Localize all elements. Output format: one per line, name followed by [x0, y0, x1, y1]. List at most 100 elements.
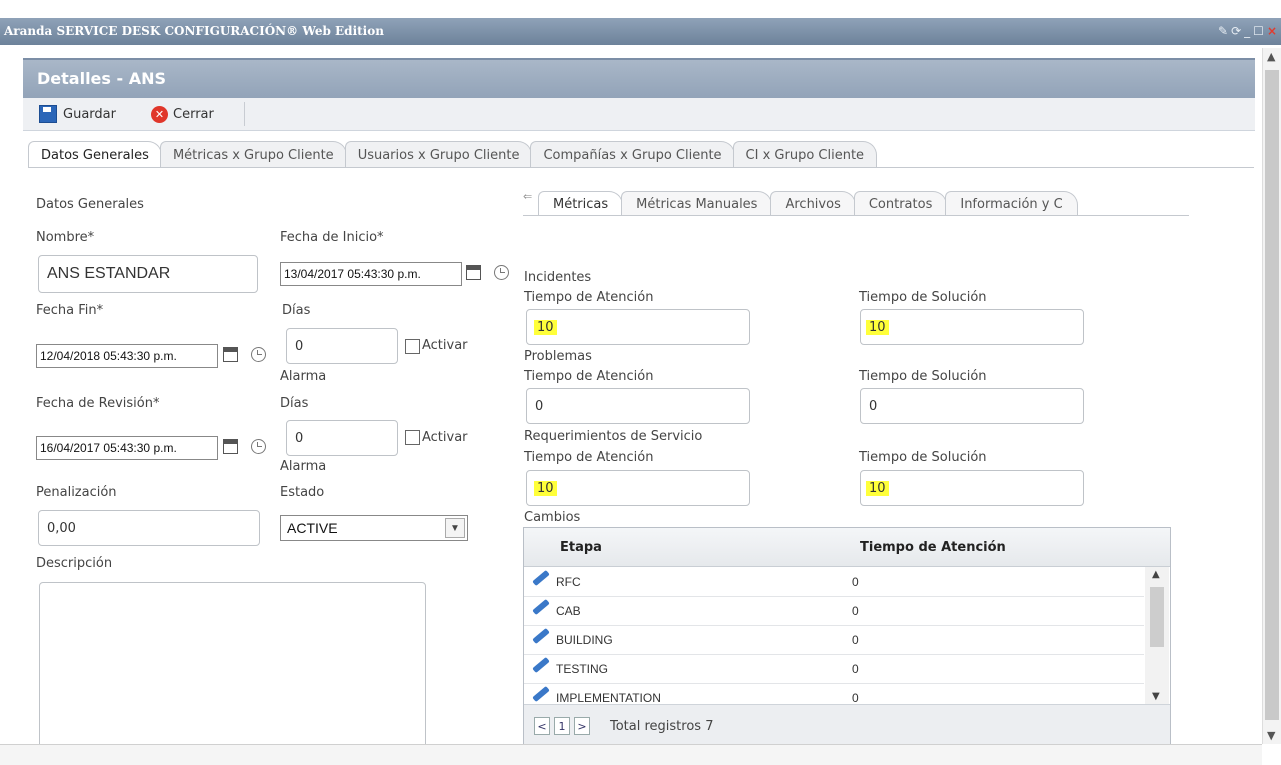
refresh-icon[interactable]: ⟳ [1231, 24, 1241, 38]
nombre-field[interactable]: ANS ESTANDAR [38, 255, 258, 293]
requerimientos-solucion-field[interactable]: 10 [860, 470, 1084, 506]
problemas-atencion-label: Tiempo de Atención [524, 369, 654, 384]
tab-informacion[interactable]: Información y C [945, 191, 1078, 216]
close-icon: ✕ [151, 105, 168, 123]
incidentes-title: Incidentes [524, 270, 592, 285]
prev-page-button[interactable]: < [534, 717, 550, 735]
row-etapa: CAB [556, 604, 581, 618]
window-title: Aranda SERVICE DESK CONFIGURACIÓN® Web E… [4, 24, 384, 38]
scroll-tabs-left-icon[interactable]: ⇐ [523, 190, 532, 203]
penalizacion-field[interactable]: 0,00 [38, 510, 260, 546]
window-controls: ✎ ⟳ _ ☐ × [1215, 24, 1277, 38]
dias-alarma-field[interactable]: 0 [286, 328, 398, 364]
edit-pencil-icon[interactable] [532, 627, 550, 645]
problemas-solucion-label: Tiempo de Solución [859, 369, 987, 384]
page-number-button[interactable]: 1 [554, 717, 570, 735]
alarma-label-2: Alarma [280, 459, 327, 474]
next-page-button[interactable]: > [574, 717, 590, 735]
dias-alarma-field-2[interactable]: 0 [286, 420, 398, 456]
grid-scrollbar[interactable]: ▲ ▼ [1145, 567, 1169, 704]
grid-scroll-down-icon[interactable]: ▼ [1152, 691, 1160, 702]
fecha-inicio-field[interactable]: 13/04/2017 05:43:30 p.m. [280, 262, 462, 286]
table-row[interactable]: BUILDING 0 [524, 625, 1144, 655]
section-title: Datos Generales [36, 197, 144, 212]
tab-divider [28, 167, 1254, 168]
chevron-down-icon[interactable]: ▼ [445, 518, 465, 538]
table-row[interactable]: TESTING 0 [524, 654, 1144, 684]
activar-checkbox-2[interactable] [405, 430, 420, 445]
grid-header-etapa[interactable]: Etapa [560, 540, 602, 555]
pin-icon[interactable]: ✎ [1218, 24, 1228, 38]
activar-checkbox[interactable] [405, 339, 420, 354]
tab-companias-grupo-cliente[interactable]: Compañías x Grupo Cliente [530, 141, 735, 168]
table-row[interactable]: CAB 0 [524, 596, 1144, 626]
edit-pencil-icon[interactable] [532, 685, 550, 703]
calendar-icon[interactable] [223, 439, 238, 454]
tab-usuarios-grupo-cliente[interactable]: Usuarios x Grupo Cliente [344, 141, 533, 168]
cambios-grid: Etapa Tiempo de Atención RFC 0 CAB 0 BUI… [523, 527, 1171, 746]
tab-metricas-grupo-cliente[interactable]: Métricas x Grupo Cliente [159, 141, 347, 168]
scroll-up-icon[interactable]: ▲ [1267, 50, 1275, 63]
incidentes-atencion-value: 10 [534, 319, 557, 335]
save-button[interactable]: Guardar [39, 105, 116, 123]
tab-datos-generales[interactable]: Datos Generales [28, 141, 162, 168]
minimize-icon[interactable]: _ [1244, 24, 1250, 38]
floppy-disk-icon [39, 105, 57, 123]
descripcion-label: Descripción [36, 556, 113, 571]
row-etapa: IMPLEMENTATION [556, 691, 661, 705]
main-tabs: Datos Generales Métricas x Grupo Cliente… [28, 138, 878, 168]
activar-label: Activar [422, 338, 468, 353]
tab-contratos[interactable]: Contratos [853, 191, 948, 216]
tab-ci-grupo-cliente[interactable]: CI x Grupo Cliente [732, 141, 878, 168]
total-registros: Total registros 7 [610, 719, 714, 734]
close-label: Cerrar [173, 106, 214, 122]
scroll-down-icon[interactable]: ▼ [1267, 729, 1275, 742]
incidentes-solucion-field[interactable]: 10 [860, 309, 1084, 345]
problemas-title: Problemas [524, 349, 592, 364]
status-bar [0, 744, 1262, 765]
grid-scroll-up-icon[interactable]: ▲ [1152, 569, 1160, 580]
estado-label: Estado [280, 485, 325, 500]
save-label: Guardar [63, 106, 116, 122]
incidentes-atencion-label: Tiempo de Atención [524, 290, 654, 305]
clock-icon[interactable] [251, 347, 266, 362]
maximize-icon[interactable]: ☐ [1253, 24, 1264, 38]
incidentes-solucion-label: Tiempo de Solución [859, 290, 987, 305]
estado-select[interactable]: ACTIVE ▼ [280, 515, 468, 541]
table-row[interactable]: RFC 0 [524, 567, 1144, 597]
row-etapa: TESTING [556, 662, 609, 676]
row-tiempo: 0 [852, 575, 859, 589]
calendar-icon[interactable] [223, 347, 238, 362]
tab-metricas[interactable]: Métricas [538, 191, 624, 216]
incidentes-solucion-value: 10 [866, 319, 889, 335]
requerimientos-solucion-label: Tiempo de Solución [859, 450, 987, 465]
tab-archivos[interactable]: Archivos [770, 191, 856, 216]
edit-pencil-icon[interactable] [532, 598, 550, 616]
row-tiempo: 0 [852, 633, 859, 647]
edit-pencil-icon[interactable] [532, 569, 550, 587]
problemas-solucion-field[interactable]: 0 [860, 388, 1084, 424]
table-row[interactable]: IMPLEMENTATION 0 [524, 683, 1144, 705]
nombre-label: Nombre* [36, 230, 95, 245]
dias-label-2: Días [280, 396, 309, 411]
requerimientos-atencion-field[interactable]: 10 [526, 470, 750, 506]
incidentes-atencion-field[interactable]: 10 [526, 309, 750, 345]
grid-scroll-thumb[interactable] [1150, 587, 1164, 647]
row-etapa: BUILDING [556, 633, 613, 647]
calendar-icon[interactable] [466, 265, 481, 280]
scroll-thumb[interactable] [1265, 70, 1279, 720]
grid-header-tiempo[interactable]: Tiempo de Atención [860, 540, 1006, 555]
tab-metricas-manuales[interactable]: Métricas Manuales [621, 191, 773, 216]
edit-pencil-icon[interactable] [532, 656, 550, 674]
close-window-icon[interactable]: × [1267, 24, 1277, 38]
close-button[interactable]: ✕ Cerrar [151, 105, 214, 123]
page-scrollbar[interactable]: ▲ ▼ [1262, 48, 1281, 744]
descripcion-textarea[interactable] [39, 582, 426, 754]
fecha-revision-field[interactable]: 16/04/2017 05:43:30 p.m. [36, 436, 218, 460]
estado-value: ACTIVE [287, 520, 338, 536]
metrics-tab-divider [523, 215, 1189, 216]
clock-icon[interactable] [251, 439, 266, 454]
problemas-atencion-field[interactable]: 0 [526, 388, 750, 424]
clock-icon[interactable] [494, 265, 509, 280]
fecha-fin-field[interactable]: 12/04/2018 05:43:30 p.m. [36, 344, 218, 368]
